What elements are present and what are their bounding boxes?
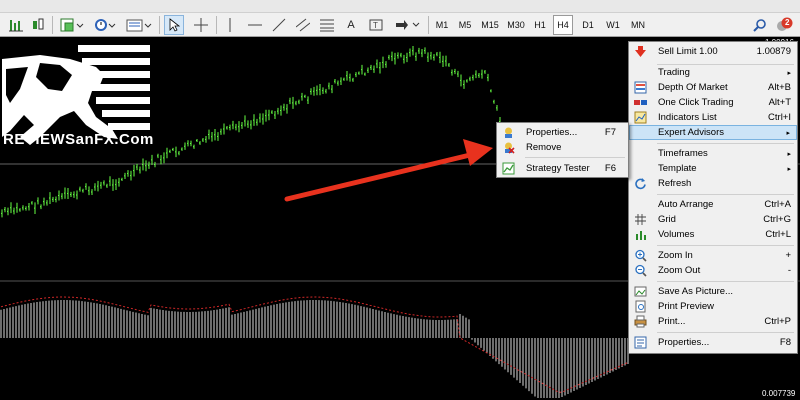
red-annotation-arrow [284,139,493,202]
mt4-window: A T M1 M5 M15 M30 H1 H4 D1 W1 MN 2 REVIE… [0,0,800,400]
